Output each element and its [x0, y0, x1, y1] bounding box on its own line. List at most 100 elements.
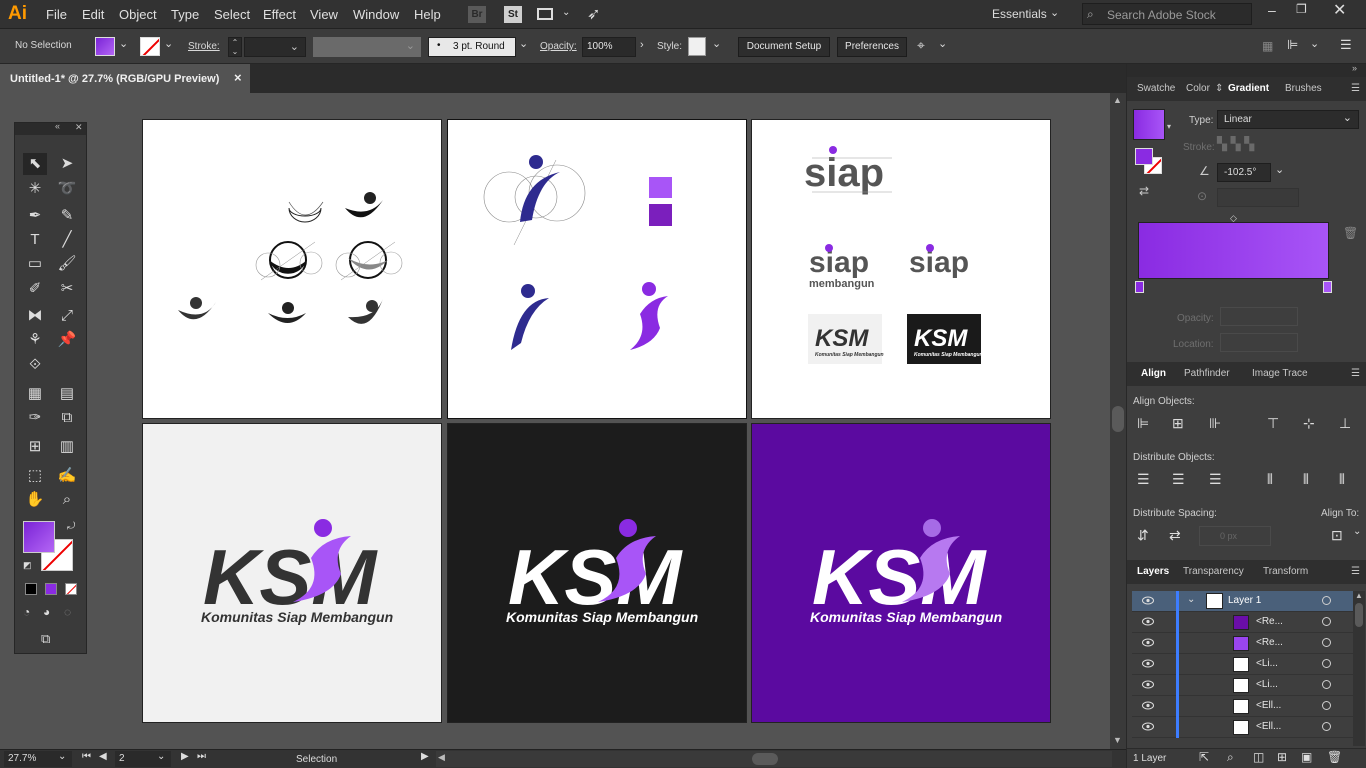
fill-color-swatch[interactable]: [23, 521, 55, 553]
graph-tool-icon[interactable]: ▥: [55, 436, 79, 458]
menu-type[interactable]: Type: [171, 7, 199, 22]
tab-align[interactable]: Align: [1141, 368, 1166, 379]
arrange-documents-icon[interactable]: [537, 8, 553, 20]
document-setup-button[interactable]: Document Setup: [738, 37, 830, 57]
layer-name[interactable]: Layer 1: [1228, 595, 1261, 606]
artboard-number-select[interactable]: 2 ⌄: [115, 751, 171, 767]
draw-behind-icon[interactable]: ◕: [43, 605, 50, 619]
eyedropper-tool-icon[interactable]: ✑: [23, 407, 47, 429]
gradient-slider[interactable]: [1138, 222, 1329, 279]
type-tool-icon[interactable]: T: [23, 229, 47, 251]
tab-image-trace[interactable]: Image Trace: [1252, 368, 1308, 379]
align-bottom-icon[interactable]: ⊥: [1339, 415, 1357, 433]
target-icon[interactable]: [1322, 617, 1331, 626]
brush-definition[interactable]: • 3 pt. Round: [428, 37, 516, 57]
scroll-thumb[interactable]: [1355, 603, 1363, 627]
panel-menu-icon[interactable]: ☰: [1351, 566, 1360, 577]
fill-swatch[interactable]: [95, 37, 115, 56]
delete-stop-icon[interactable]: 🗑: [1343, 226, 1358, 240]
tab-brushes[interactable]: Brushes: [1285, 83, 1322, 94]
eye-icon[interactable]: [1142, 596, 1154, 605]
none-mode-button[interactable]: [65, 583, 77, 595]
layer-name[interactable]: <Re...: [1256, 616, 1283, 627]
eye-icon[interactable]: [1142, 638, 1154, 647]
eye-icon[interactable]: [1142, 659, 1154, 668]
menu-view[interactable]: View: [310, 7, 338, 22]
chevron-down-icon[interactable]: ⌄: [1310, 37, 1319, 50]
scroll-left-arrow[interactable]: ◀: [438, 752, 445, 763]
distribute-vcenter-icon[interactable]: ☰: [1172, 471, 1190, 489]
target-icon[interactable]: [1322, 638, 1331, 647]
graphic-style-swatch[interactable]: [688, 37, 706, 56]
eye-icon[interactable]: [1142, 701, 1154, 710]
distribute-left-icon[interactable]: ⫴: [1267, 471, 1285, 489]
minimize-button[interactable]: –: [1268, 2, 1276, 18]
blend-tool-icon[interactable]: ⧉: [55, 407, 79, 429]
rectangle-tool-icon[interactable]: ▭: [23, 253, 47, 275]
zoom-tool-icon[interactable]: ⌕: [55, 489, 79, 511]
scroll-down-arrow[interactable]: ▼: [1113, 735, 1122, 745]
tab-gradient[interactable]: Gradient: [1228, 83, 1269, 94]
next-artboard-icon[interactable]: ▶: [181, 751, 189, 762]
stock-button[interactable]: St: [504, 6, 522, 23]
align-options-icon[interactable]: ⊫: [1287, 37, 1298, 53]
menu-window[interactable]: Window: [353, 7, 399, 22]
menu-object[interactable]: Object: [119, 7, 157, 22]
export-icon[interactable]: ⇱: [1199, 750, 1209, 764]
artboard-tool-icon[interactable]: ⬚: [23, 465, 47, 487]
eye-icon[interactable]: [1142, 680, 1154, 689]
chevron-down-icon[interactable]: ⌄: [1275, 163, 1284, 176]
stroke-weight-stepper[interactable]: ⌃ ⌄: [228, 37, 242, 57]
stroke-weight-input[interactable]: ⌄: [244, 37, 306, 57]
grid-icon[interactable]: ▦: [1262, 39, 1273, 53]
tab-layers[interactable]: Layers: [1137, 566, 1169, 577]
slice-tool-icon[interactable]: ✍: [55, 465, 79, 487]
layer-row[interactable]: <Li...: [1132, 654, 1354, 675]
variable-width-profile[interactable]: ⌄: [313, 37, 421, 57]
last-artboard-icon[interactable]: ⏭: [197, 751, 206, 762]
layer-name[interactable]: <Re...: [1256, 637, 1283, 648]
align-vertical-center-icon[interactable]: ⊹: [1303, 415, 1321, 433]
tab-swatches[interactable]: Swatche: [1137, 83, 1175, 94]
new-layer-icon[interactable]: ▣: [1301, 750, 1312, 764]
tab-transparency[interactable]: Transparency: [1183, 566, 1244, 577]
lasso-tool-icon[interactable]: ➰: [55, 178, 79, 200]
chevron-down-icon[interactable]: ⌄: [119, 37, 128, 50]
vertical-scrollbar[interactable]: ▲ ▼: [1110, 93, 1126, 749]
layer-name[interactable]: <Li...: [1256, 679, 1278, 690]
chevron-down-icon[interactable]: ⌄: [1353, 526, 1361, 537]
chevron-down-icon[interactable]: ⌄: [1187, 594, 1195, 605]
chevron-right-icon[interactable]: ›: [640, 39, 644, 51]
scroll-up-arrow[interactable]: ▲: [1355, 591, 1363, 600]
puppet-warp-tool-icon[interactable]: 📌: [55, 329, 79, 351]
pen-tool-icon[interactable]: ✒: [23, 205, 47, 227]
default-colors-icon[interactable]: ◩: [23, 560, 32, 571]
scroll-thumb[interactable]: [1112, 406, 1124, 432]
distribute-right-icon[interactable]: ⫴: [1339, 471, 1357, 489]
layer-row[interactable]: <Ell...: [1132, 717, 1354, 738]
draw-inside-icon[interactable]: ◌: [64, 605, 71, 619]
gradient-preview-swatch[interactable]: [1133, 109, 1165, 140]
hand-tool-icon[interactable]: ✋: [23, 489, 47, 511]
align-right-icon[interactable]: ⊪: [1209, 415, 1227, 433]
target-icon[interactable]: [1322, 722, 1331, 731]
close-window-button[interactable]: ✕: [1333, 0, 1346, 20]
screen-mode-icon[interactable]: ⧉: [41, 631, 50, 647]
panel-menu-icon[interactable]: ☰: [1351, 83, 1360, 94]
layer-name[interactable]: <Ell...: [1256, 721, 1281, 732]
canvas[interactable]: siap siap membangun siap KSM Komunitas S…: [0, 93, 1110, 749]
layer-row[interactable]: <Re...: [1132, 633, 1354, 654]
gradient-mode-button[interactable]: [45, 583, 57, 595]
panel-menu-icon[interactable]: ☰: [1351, 368, 1360, 379]
stop-location-input[interactable]: [1220, 333, 1298, 352]
curvature-tool-icon[interactable]: ✎: [55, 205, 79, 227]
gradient-type-select[interactable]: Linear ⌄: [1217, 110, 1359, 129]
gradient-stop-left[interactable]: [1135, 281, 1144, 293]
scroll-up-arrow[interactable]: ▲: [1113, 95, 1122, 105]
zoom-select[interactable]: 27.7% ⌄: [4, 751, 72, 767]
menu-edit[interactable]: Edit: [82, 7, 104, 22]
bridge-button[interactable]: Br: [468, 6, 486, 23]
layer-name[interactable]: <Ell...: [1256, 700, 1281, 711]
layers-scrollbar[interactable]: ▲: [1353, 591, 1365, 746]
artboard-4[interactable]: KSM Komunitas Siap Membangun: [142, 423, 442, 723]
